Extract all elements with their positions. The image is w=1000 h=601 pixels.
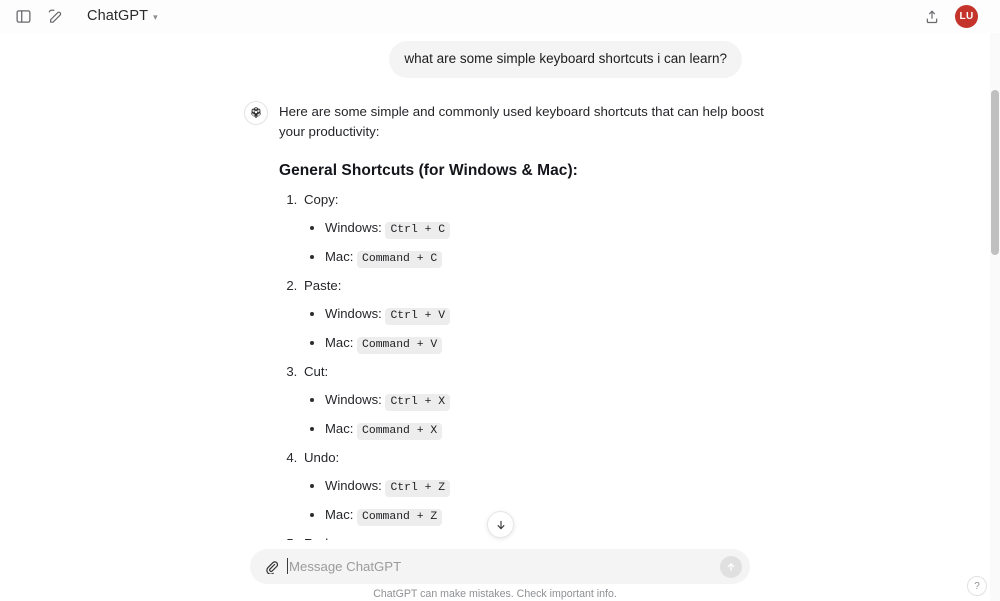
top-bar-right-group: LU (919, 4, 990, 30)
help-button[interactable]: ? (967, 576, 987, 596)
avatar[interactable]: LU (955, 5, 978, 28)
vertical-scrollbar-thumb[interactable] (991, 90, 999, 255)
platform-label: Mac: (325, 421, 354, 437)
shortcut-title: Paste: (304, 277, 342, 293)
assistant-message-body: Here are some simple and commonly used k… (279, 100, 779, 540)
sidebar-toggle-button[interactable] (10, 4, 36, 30)
platform-item: Windows: Ctrl + X (325, 390, 779, 411)
platform-item: Mac: Command + X (325, 419, 779, 441)
keyboard-shortcut-chip: Command + X (357, 423, 443, 441)
platform-label: Windows: (325, 477, 382, 493)
assistant-avatar (244, 101, 268, 126)
openai-logo-icon (251, 107, 261, 119)
top-bar: ChatGPT ▾ LU (0, 0, 1000, 33)
platform-label: Mac: (325, 507, 354, 523)
composer[interactable]: Message ChatGPT (250, 549, 750, 584)
platform-label: Windows: (325, 305, 382, 321)
text-caret (287, 558, 288, 574)
keyboard-shortcut-chip: Ctrl + C (385, 221, 451, 239)
shortcut-item: Copy: Windows: Ctrl + C Mac: Command + C (301, 191, 779, 269)
keyboard-shortcut-chip: Command + Z (357, 509, 443, 527)
keyboard-shortcut-chip: Command + V (357, 337, 443, 355)
composer-area: Message ChatGPT ChatGPT can make mistake… (0, 540, 990, 601)
platform-list: Windows: Ctrl + V Mac: Command + V (304, 304, 779, 355)
keyboard-shortcut-chip: Ctrl + V (385, 307, 451, 325)
model-selector[interactable]: ChatGPT ▾ (80, 5, 165, 28)
share-upload-icon (926, 9, 938, 23)
arrow-up-icon (727, 562, 735, 570)
share-button[interactable] (919, 4, 945, 30)
shortcuts-list: Copy: Windows: Ctrl + C Mac: Command + C Pa… (279, 191, 779, 540)
assistant-intro-text: Here are some simple and commonly used k… (279, 104, 764, 140)
keyboard-shortcut-chip: Ctrl + Z (385, 479, 451, 497)
new-chat-button[interactable] (42, 4, 68, 30)
avatar-initials: LU (959, 11, 974, 22)
platform-list: Windows: Ctrl + Z Mac: Command + Z (304, 476, 779, 527)
platform-item: Windows: Ctrl + Z (325, 476, 779, 497)
vertical-scrollbar-track[interactable] (990, 33, 1000, 601)
user-message-bubble: what are some simple keyboard shortcuts … (389, 41, 742, 79)
platform-item: Mac: Command + Z (325, 505, 779, 527)
platform-list: Windows: Ctrl + X Mac: Command + X (304, 390, 779, 441)
paperclip-icon (265, 561, 278, 574)
platform-label: Windows: (325, 219, 382, 235)
message-input-placeholder: Message ChatGPT (289, 559, 402, 574)
model-name-label: ChatGPT (87, 8, 149, 24)
keyboard-shortcut-chip: Command + C (357, 251, 443, 269)
shortcut-title: Copy: (304, 192, 339, 208)
shortcut-title: Cut: (304, 363, 329, 379)
user-message-row: what are some simple keyboard shortcuts … (0, 33, 990, 79)
scroll-to-bottom-button[interactable] (487, 511, 514, 538)
keyboard-shortcut-chip: Ctrl + X (385, 393, 451, 411)
chevron-down-icon: ▾ (153, 11, 158, 22)
section-heading: General Shortcuts (for Windows & Mac): (279, 162, 578, 180)
shortcut-item: Undo: Windows: Ctrl + Z Mac: Command + Z (301, 449, 779, 527)
platform-list: Windows: Ctrl + C Mac: Command + C (304, 218, 779, 269)
platform-item: Windows: Ctrl + C (325, 218, 779, 239)
platform-item: Mac: Command + V (325, 333, 779, 355)
platform-item: Windows: Ctrl + V (325, 304, 779, 325)
send-button[interactable] (720, 555, 742, 578)
arrow-down-icon (496, 520, 505, 529)
shortcut-item: Cut: Windows: Ctrl + X Mac: Command + X (301, 363, 779, 441)
sidebar-panel-icon (15, 10, 31, 23)
pencil-compose-icon (48, 9, 61, 23)
conversation-inner: what are some simple keyboard shortcuts … (0, 33, 990, 540)
shortcut-title: Undo: (304, 449, 340, 465)
help-button-label: ? (974, 580, 980, 592)
message-input[interactable]: Message ChatGPT (281, 549, 720, 584)
top-bar-left-group: ChatGPT ▾ (10, 4, 165, 30)
attach-file-button[interactable] (261, 557, 281, 577)
shortcut-item: Paste: Windows: Ctrl + V Mac: Command + V (301, 277, 779, 355)
platform-label: Mac: (325, 335, 354, 351)
platform-item: Mac: Command + C (325, 247, 779, 269)
conversation-thread: what are some simple keyboard shortcuts … (0, 33, 990, 540)
assistant-message-row: Here are some simple and commonly used k… (0, 78, 990, 540)
platform-label: Windows: (325, 391, 382, 407)
disclaimer-text: ChatGPT can make mistakes. Check importa… (373, 588, 617, 600)
platform-label: Mac: (325, 249, 354, 265)
